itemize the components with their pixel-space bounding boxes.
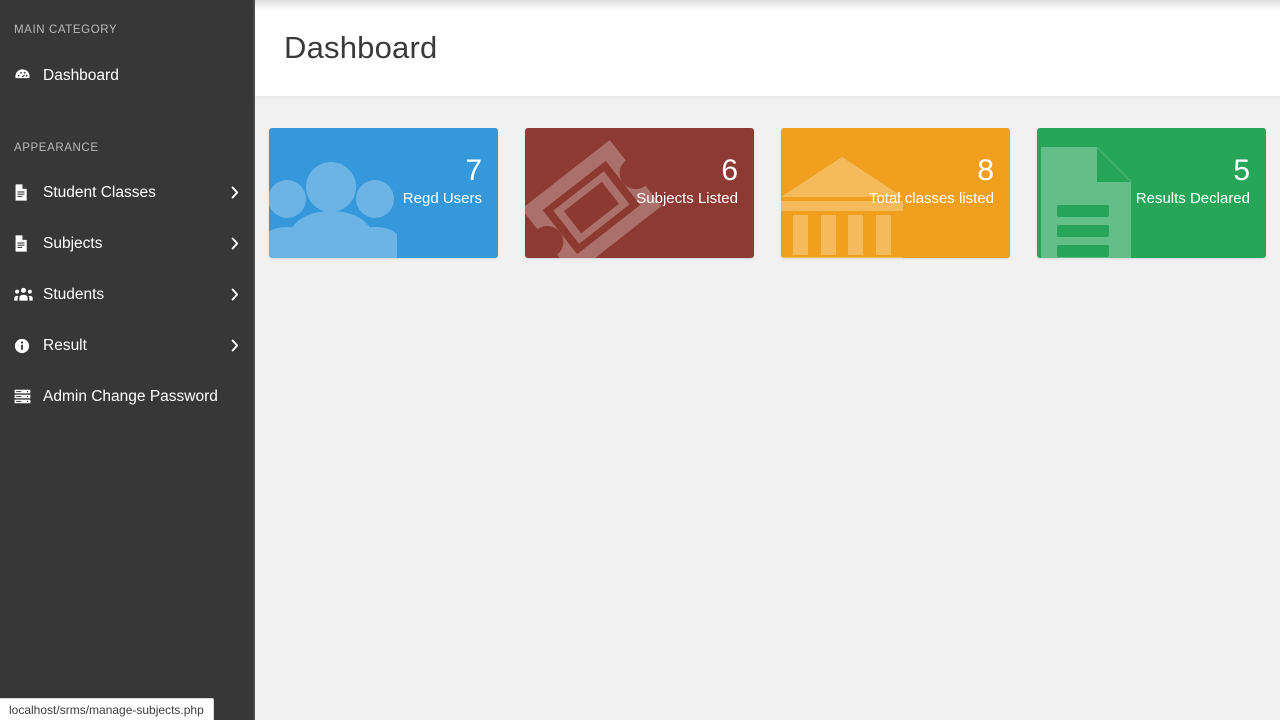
- sidebar-item-label: Students: [43, 285, 105, 303]
- chevron-right-icon[interactable]: [231, 186, 239, 199]
- stat-card-results-declared[interactable]: 5 Results Declared: [1037, 128, 1266, 258]
- sidebar-item-label: Result: [43, 336, 87, 354]
- page-header: Dashboard: [255, 0, 1280, 96]
- chevron-right-icon[interactable]: [231, 339, 239, 352]
- stat-card-text: 6 Subjects Listed: [636, 154, 738, 210]
- sidebar-item-label: Admin Change Password: [43, 387, 218, 405]
- info-circle-icon: [14, 338, 36, 354]
- sidebar-heading-appearance: APPEARANCE: [14, 142, 99, 154]
- sidebar-item-dashboard[interactable]: Dashboard: [0, 50, 255, 101]
- stat-card-value: 8: [977, 154, 994, 187]
- users-group-icon: [14, 287, 36, 302]
- sidebar-item-label: Dashboard: [43, 66, 119, 84]
- sidebar-item-label: Student Classes: [43, 183, 156, 201]
- stat-card-regd-users[interactable]: 7 Regd Users: [269, 128, 498, 258]
- browser-status-bar: localhost/srms/manage-subjects.php: [0, 698, 214, 720]
- stat-card-label: Subjects Listed: [636, 190, 738, 207]
- stat-card-value: 6: [721, 154, 738, 187]
- stat-card-value: 7: [465, 154, 482, 187]
- file-text-icon: [14, 235, 36, 252]
- chevron-right-icon[interactable]: [231, 288, 239, 301]
- sidebar-heading-main-category: MAIN CATEGORY: [14, 24, 118, 36]
- stat-card-label: Total classes listed: [868, 190, 994, 207]
- file-text-icon: [14, 184, 36, 201]
- stat-card-text: 8 Total classes listed: [869, 154, 994, 210]
- sidebar-item-student-classes[interactable]: Student Classes: [0, 167, 255, 218]
- sidebar-item-label: Subjects: [43, 234, 103, 252]
- server-list-icon: [14, 389, 36, 404]
- sidebar-item-subjects[interactable]: Subjects: [0, 218, 255, 269]
- stat-card-text: 7 Regd Users: [403, 154, 482, 210]
- sidebar: MAIN CATEGORY Dashboard APPEARANCE Stude…: [0, 0, 255, 720]
- sidebar-item-admin-change-password[interactable]: Admin Change Password: [0, 371, 255, 422]
- users-group-icon: [269, 151, 403, 258]
- stat-card-label: Regd Users: [402, 190, 482, 207]
- sidebar-item-students[interactable]: Students: [0, 269, 255, 320]
- status-bar-url: localhost/srms/manage-subjects.php: [9, 702, 204, 717]
- page-title: Dashboard: [284, 30, 438, 65]
- tachometer-icon: [14, 67, 36, 84]
- stat-card-total-classes[interactable]: 8 Total classes listed: [781, 128, 1010, 258]
- app-root: MAIN CATEGORY Dashboard APPEARANCE Stude…: [0, 0, 1280, 720]
- stat-card-value: 5: [1233, 154, 1250, 187]
- chevron-right-icon[interactable]: [231, 237, 239, 250]
- main-content: Dashboard 7 Regd Users 6 Subjects Listed…: [255, 0, 1280, 720]
- stat-card-label: Results Declared: [1135, 190, 1250, 207]
- stat-card-subjects-listed[interactable]: 6 Subjects Listed: [525, 128, 754, 258]
- sidebar-item-result[interactable]: Result: [0, 320, 255, 371]
- stat-card-row: 7 Regd Users 6 Subjects Listed 8 Total c…: [255, 96, 1280, 258]
- stat-card-text: 5 Results Declared: [1136, 154, 1250, 210]
